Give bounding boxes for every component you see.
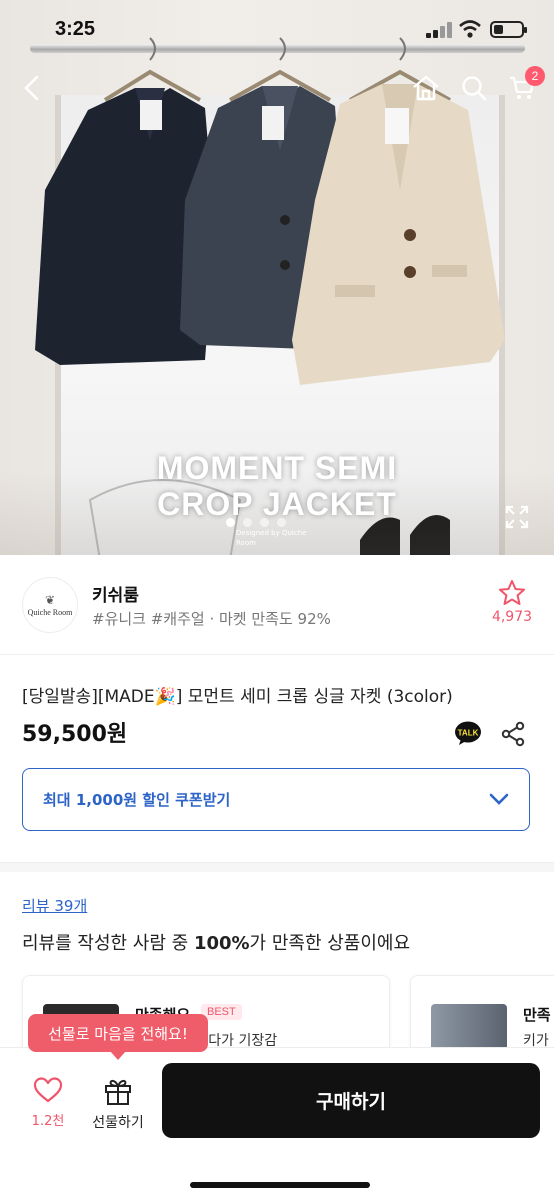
review-summary-prefix: 리뷰를 작성한 사람 중 [22,933,194,954]
seller-tags: #유니크 #캐주얼 · 마켓 만족도 92% [92,610,331,628]
like-count: 1.2천 [31,1114,65,1129]
carousel-dot[interactable] [226,518,235,527]
talk-label: TALK [458,729,479,738]
buy-button[interactable]: 구매하기 [162,1063,540,1138]
cellular-signal-icon [426,22,452,38]
coupon-button[interactable]: 최대 1,000원 할인 쿠폰받기 [22,768,530,831]
battery-icon [490,21,527,38]
home-indicator [190,1182,370,1188]
review-summary-suffix: 가 만족한 상품이에요 [249,933,411,954]
product-price: 59,500원 [22,722,128,747]
carousel-dot[interactable] [277,518,286,527]
seller-logo-text: Quiche Room [27,607,73,617]
seller-logo[interactable]: ❦ Quiche Room [22,577,78,633]
home-icon [413,75,439,101]
kakao-talk-icon[interactable]: TALK [454,720,482,746]
gift-icon [105,1079,131,1105]
seller-row[interactable]: ❦ Quiche Room 키쉬룸 #유니크 #캐주얼 · 마켓 만족도 92%… [0,555,554,655]
chevron-down-icon [489,793,509,805]
search-icon [462,76,487,101]
carousel-dots [226,518,286,527]
search-button[interactable] [456,70,492,106]
status-time: 3:25 [55,18,96,40]
product-name: [당일발송][MADE🎉] 모먼트 세미 크롭 싱글 자켓 (3color) [22,687,453,707]
coupon-label: 최대 1,000원 할인 쿠폰받기 [43,791,231,809]
like-button[interactable]: 1.2천 [22,1076,74,1129]
heart-icon [33,1077,63,1103]
seller-name[interactable]: 키쉬룸 [92,581,139,606]
review-count-link[interactable]: 리뷰 39개 [22,895,87,916]
share-icon[interactable] [499,720,527,748]
star-icon[interactable] [498,579,526,607]
gift-button[interactable]: 선물하기 [86,1076,150,1132]
leaf-icon: ❦ [44,592,56,607]
review-summary: 리뷰를 작성한 사람 중 100%가 만족한 상품이에요 [22,929,410,955]
chevron-left-icon [24,75,39,101]
favorite-count: 4,973 [491,609,533,625]
hero-title-line1: MOMENT SEMI [156,450,398,486]
review-summary-percent: 100% [193,933,250,954]
expand-icon[interactable] [504,504,530,530]
gift-tooltip[interactable]: 선물로 마음을 전해요! [28,1014,208,1060]
home-button[interactable] [408,70,444,106]
carousel-dot[interactable] [243,518,252,527]
carousel-dot[interactable] [260,518,269,527]
section-divider [0,862,554,872]
status-bar: 3:25 [0,0,554,60]
wifi-icon [459,20,481,38]
hero-subtitle: Designed by Quiche Room [236,529,307,547]
back-button[interactable] [14,70,50,106]
cart-count-badge: 2 [525,66,545,86]
gift-label: 선물하기 [92,1115,144,1131]
review-title: 만족 [523,1006,551,1024]
